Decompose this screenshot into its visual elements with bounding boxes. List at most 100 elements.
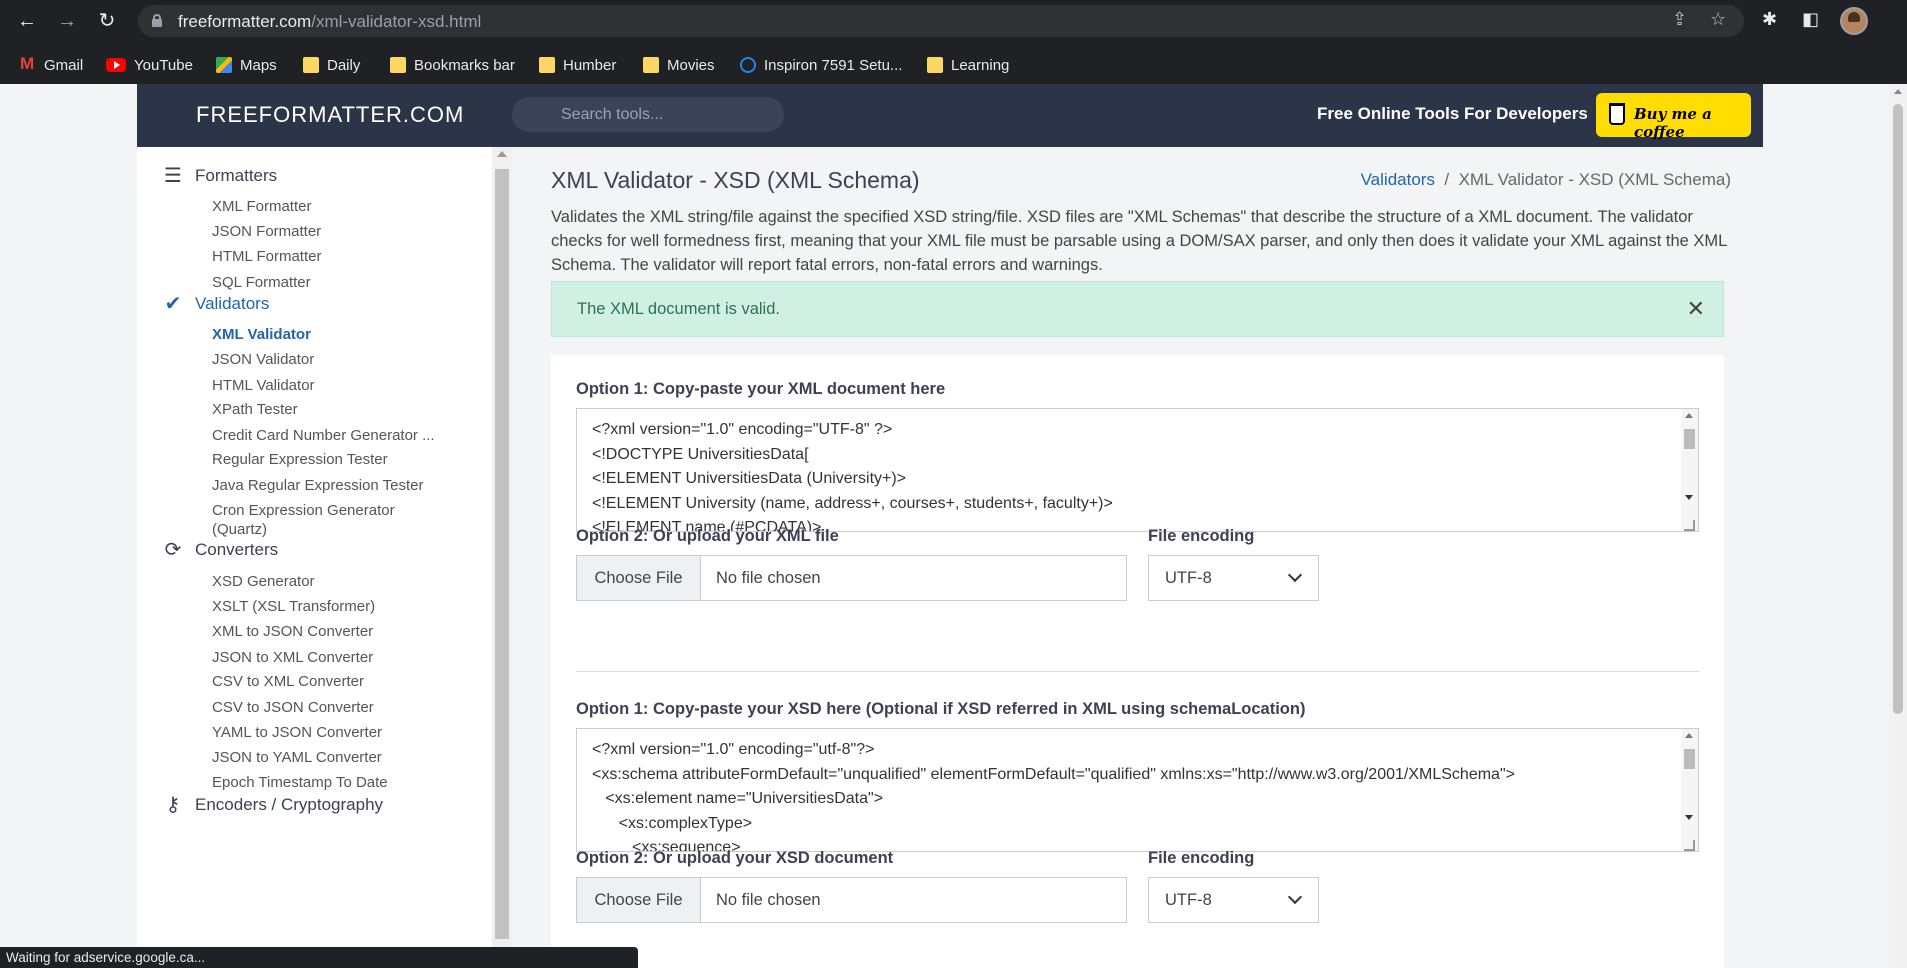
xml-encoding-value: UTF-8 (1165, 569, 1212, 587)
coffee-cup-icon (1609, 103, 1625, 125)
xsd-textarea[interactable]: <?xml version="1.0" encoding="utf-8"?> <… (576, 728, 1699, 852)
page-scrollbar[interactable] (1889, 84, 1907, 968)
sidebar-item-csv-to-xml[interactable]: CSV to XML Converter (212, 673, 364, 690)
status-bar: Waiting for adservice.google.ca... (0, 947, 638, 968)
sidebar-item-html-formatter[interactable]: HTML Formatter (212, 248, 321, 265)
success-alert: The XML document is valid. ✕ (551, 281, 1724, 337)
xsd-encoding-select[interactable]: UTF-8 (1148, 877, 1319, 923)
sidebar-item-xpath-tester[interactable]: XPath Tester (212, 401, 298, 418)
bookmark-movies[interactable]: Movies (643, 48, 715, 82)
sidebar-item-xml-formatter[interactable]: XML Formatter (212, 198, 311, 215)
scroll-up-arrow-icon[interactable] (497, 151, 507, 157)
sidebar-scroll-thumb[interactable] (495, 169, 509, 939)
double-check-icon: ✔ (164, 293, 182, 315)
dell-icon (740, 57, 756, 73)
back-icon[interactable]: ← (14, 8, 40, 34)
folder-icon (539, 57, 555, 73)
sidebar-item-xslt[interactable]: XSLT (XSL Transformer) (212, 598, 375, 615)
sidebar-scrollbar[interactable] (492, 147, 512, 968)
sidebar-item-json-formatter[interactable]: JSON Formatter (212, 223, 321, 240)
site-tagline: Free Online Tools For Developers (1317, 104, 1588, 123)
xsd-file-status: No file chosen (716, 891, 821, 909)
breadcrumb: Validators / XML Validator - XSD (XML Sc… (1361, 170, 1731, 190)
folder-icon (390, 57, 406, 73)
sidebar-item-json-to-xml[interactable]: JSON to XML Converter (212, 649, 373, 666)
sidebar-section-converters[interactable]: ⟳ Converters (161, 539, 279, 561)
search-input[interactable]: Search tools... (512, 97, 784, 132)
sidebar-section-formatters[interactable]: ☰ Formatters (161, 166, 277, 186)
breadcrumb-current: XML Validator - XSD (XML Schema) (1458, 170, 1731, 189)
bookmark-daily[interactable]: Daily (303, 48, 360, 82)
xsd-encoding-value: UTF-8 (1165, 891, 1212, 909)
folder-icon (643, 57, 659, 73)
sidebar-section-validators[interactable]: ✔ Validators (161, 293, 270, 315)
site-header: FREEFORMATTER.COM Search tools... Free O… (137, 84, 1763, 147)
xml-textarea-scrollbar[interactable] (1681, 409, 1698, 531)
sidebar-item-html-validator[interactable]: HTML Validator (212, 377, 315, 394)
xml-textarea[interactable]: <?xml version="1.0" encoding="UTF-8" ?> … (576, 408, 1699, 532)
bookmark-youtube[interactable]: YouTube (106, 48, 193, 82)
sidebar-item-yaml-to-json[interactable]: YAML to JSON Converter (212, 724, 382, 741)
forward-icon[interactable]: → (54, 8, 80, 34)
sidebar-item-cron-generator-line2[interactable]: (Quartz) (212, 521, 267, 538)
bookmark-gmail[interactable]: Gmail (20, 48, 83, 82)
maps-icon (216, 57, 232, 73)
bookmark-inspiron[interactable]: Inspiron 7591 Setu... (740, 48, 902, 82)
folder-icon (303, 57, 319, 73)
xml-file-status: No file chosen (716, 569, 821, 587)
refresh-icon: ⟳ (164, 539, 182, 561)
sidebar-section-encoders[interactable]: ⚷ Encoders / Cryptography (161, 795, 383, 815)
key-icon: ⚷ (165, 794, 181, 816)
sidebar-item-json-validator[interactable]: JSON Validator (212, 351, 314, 368)
sidebar-item-xml-validator[interactable]: XML Validator (212, 326, 311, 343)
page-title: XML Validator - XSD (XML Schema) (551, 167, 920, 193)
folder-icon (927, 57, 943, 73)
xsd-choose-file-button[interactable]: Choose File (577, 878, 701, 922)
sidebar-item-epoch-timestamp[interactable]: Epoch Timestamp To Date (212, 774, 388, 791)
xml-paste-label: Option 1: Copy-paste your XML document h… (576, 380, 946, 398)
xml-file-input[interactable]: Choose File No file chosen (576, 555, 1127, 601)
xsd-paste-label: Option 1: Copy-paste your XSD here (Opti… (576, 700, 1306, 718)
chevron-down-icon (1287, 889, 1303, 905)
bookmark-learning[interactable]: Learning (927, 48, 1009, 82)
xsd-upload-label: Option 2: Or upload your XSD document (576, 849, 894, 867)
sidebar-item-regex-tester[interactable]: Regular Expression Tester (212, 451, 388, 468)
side-panel-icon[interactable]: ◧ (1802, 9, 1819, 30)
profile-avatar[interactable] (1840, 7, 1868, 35)
address-bar[interactable]: freeformatter.com/xml-validator-xsd.html… (138, 5, 1744, 37)
sidebar-item-xml-to-json[interactable]: XML to JSON Converter (212, 623, 373, 640)
youtube-icon (106, 58, 126, 72)
xsd-file-input[interactable]: Choose File No file chosen (576, 877, 1127, 923)
xsd-textarea-scrollbar[interactable] (1681, 729, 1698, 851)
extensions-icon[interactable]: ✱ (1762, 9, 1777, 30)
close-icon[interactable]: ✕ (1687, 282, 1705, 336)
buy-me-coffee-button[interactable]: Buy me a coffee (1596, 93, 1751, 141)
breadcrumb-separator: / (1444, 170, 1450, 189)
reload-icon[interactable]: ↻ (94, 8, 120, 34)
chevron-down-icon (1287, 567, 1303, 583)
share-icon[interactable]: ⇪ (1672, 9, 1687, 30)
list-icon: ☰ (164, 165, 182, 187)
bookmark-maps[interactable]: Maps (216, 48, 277, 82)
breadcrumb-validators-link[interactable]: Validators (1361, 170, 1435, 189)
bookmark-humber[interactable]: Humber (539, 48, 616, 82)
sidebar-item-csv-to-json[interactable]: CSV to JSON Converter (212, 699, 374, 716)
site-logo[interactable]: FREEFORMATTER.COM (196, 102, 464, 128)
sidebar-item-java-regex-tester[interactable]: Java Regular Expression Tester (212, 477, 424, 494)
xml-encoding-select[interactable]: UTF-8 (1148, 555, 1319, 601)
section-divider (576, 671, 1699, 672)
resize-grip-icon[interactable] (1684, 520, 1695, 531)
bookmark-star-icon[interactable]: ☆ (1710, 9, 1726, 30)
scroll-up-arrow-icon[interactable] (1894, 89, 1902, 94)
sidebar-item-cron-generator[interactable]: Cron Expression Generator (212, 502, 395, 519)
site-page: FREEFORMATTER.COM Search tools... Free O… (137, 84, 1763, 968)
bookmark-bookmarks-bar[interactable]: Bookmarks bar (390, 48, 515, 82)
sidebar-item-xsd-generator[interactable]: XSD Generator (212, 573, 315, 590)
page-scroll-thumb[interactable] (1893, 104, 1903, 714)
sidebar-item-json-to-yaml[interactable]: JSON to YAML Converter (212, 749, 382, 766)
xml-choose-file-button[interactable]: Choose File (577, 556, 701, 600)
sidebar-item-credit-card-generator[interactable]: Credit Card Number Generator ... (212, 427, 435, 444)
sidebar-item-sql-formatter[interactable]: SQL Formatter (212, 274, 311, 291)
alert-message: The XML document is valid. (577, 300, 780, 318)
resize-grip-icon[interactable] (1684, 840, 1695, 851)
